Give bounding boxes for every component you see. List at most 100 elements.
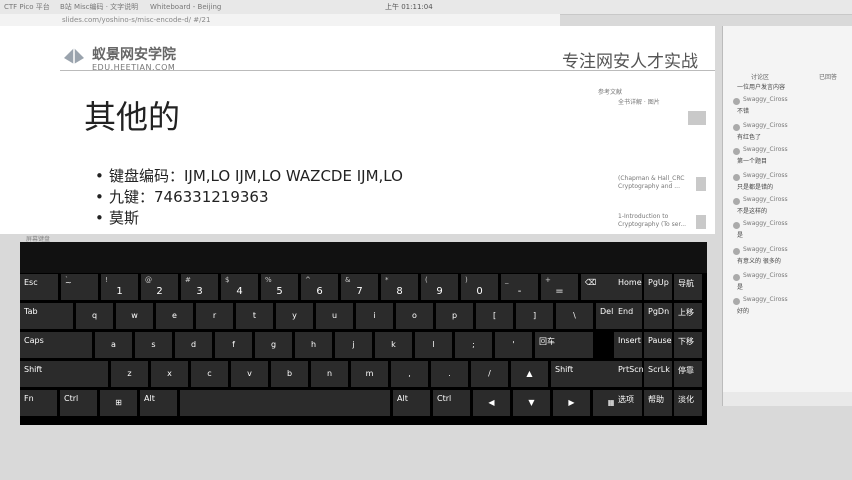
key-row4-2[interactable]: x — [151, 361, 188, 387]
key-nav-1-1[interactable]: PgDn — [644, 303, 672, 329]
key-row4-7[interactable]: m — [351, 361, 388, 387]
key-nav-0-0[interactable]: Home — [614, 274, 642, 300]
key-row5-0[interactable]: Fn — [20, 390, 57, 416]
key-row4-0[interactable]: Shift — [20, 361, 108, 387]
key-nav-1-2[interactable]: 上移 — [674, 303, 702, 329]
key-row2-4[interactable]: r — [196, 303, 233, 329]
key-row1-11[interactable]: ) 0 — [461, 274, 498, 300]
key-nav-3-0[interactable]: PrtScn — [614, 361, 644, 387]
key-row3-12[interactable]: 回车 — [535, 332, 593, 358]
key-nav-4-2[interactable]: 淡化 — [674, 390, 702, 416]
key-row3-11[interactable]: ' — [495, 332, 532, 358]
key-nav-4-1[interactable]: 帮助 — [644, 390, 672, 416]
reference-item[interactable]: (Chapman & Hall_CRC Cryptography and ... — [618, 175, 688, 191]
key-row2-5[interactable]: t — [236, 303, 273, 329]
key-row1-1[interactable]: ` ~ — [61, 274, 98, 300]
key-nav-0-2[interactable]: 导航 — [674, 274, 702, 300]
key-row4-1[interactable]: z — [111, 361, 148, 387]
key-nav-4-0[interactable]: 选项 — [614, 390, 642, 416]
key-row4-6[interactable]: n — [311, 361, 348, 387]
key-row4-4[interactable]: v — [231, 361, 268, 387]
key-row5-3[interactable]: Alt — [140, 390, 177, 416]
chat-message: Swaggy_Ciross 不是这样的 — [729, 196, 847, 222]
keyboard-title-strip[interactable] — [20, 242, 707, 273]
key-row3-5[interactable]: g — [255, 332, 292, 358]
chat-tab[interactable]: 讨论区 — [751, 72, 769, 81]
reference-header: 参考文献 — [598, 89, 623, 96]
key-row4-11[interactable]: ▲ — [511, 361, 548, 387]
reference-item[interactable]: 全书详解 · 图片 — [618, 97, 660, 106]
key-row1-2[interactable]: ! 1 — [101, 274, 138, 300]
avatar — [733, 222, 740, 229]
key-row1-6[interactable]: % 5 — [261, 274, 298, 300]
key-row1-12[interactable]: _ - — [501, 274, 538, 300]
key-row4-5[interactable]: b — [271, 361, 308, 387]
key-row2-7[interactable]: u — [316, 303, 353, 329]
address-bar[interactable]: slides.com/yoshino-s/misc-encode-d/ #/21 — [0, 14, 560, 26]
key-row3-9[interactable]: l — [415, 332, 452, 358]
key-row2-3[interactable]: e — [156, 303, 193, 329]
avatar — [733, 98, 740, 105]
chat-message: Swaggy_Ciross 有红色了 — [729, 122, 847, 148]
key-row1-3[interactable]: @2 — [141, 274, 178, 300]
chat-subtab[interactable]: 已回答 — [819, 72, 837, 81]
key-row4-3[interactable]: c — [191, 361, 228, 387]
key-row5-7[interactable]: ◀ — [473, 390, 510, 416]
key-row2-0[interactable]: Tab — [20, 303, 73, 329]
key-nav-3-1[interactable]: ScrLk — [644, 361, 672, 387]
key-row1-7[interactable]: ^ 6 — [301, 274, 338, 300]
key-row5-9[interactable]: ▶ — [553, 390, 590, 416]
key-row1-4[interactable]: #3 — [181, 274, 218, 300]
key-nav-2-2[interactable]: 下移 — [674, 332, 702, 358]
key-row2-6[interactable]: y — [276, 303, 313, 329]
key-row1-13[interactable]: + = — [541, 274, 578, 300]
key-row3-8[interactable]: k — [375, 332, 412, 358]
tab-1[interactable]: CTF Pico 平台 — [4, 1, 50, 13]
key-row3-3[interactable]: d — [175, 332, 212, 358]
key-row2-2[interactable]: w — [116, 303, 153, 329]
avatar — [733, 274, 740, 281]
key-row2-9[interactable]: o — [396, 303, 433, 329]
tab-3[interactable]: Whiteboard - Beijing — [150, 1, 221, 13]
key-row3-2[interactable]: s — [135, 332, 172, 358]
chat-toolbar[interactable] — [723, 392, 852, 406]
key-nav-0-1[interactable]: PgUp — [644, 274, 672, 300]
key-row5-5[interactable]: Alt — [393, 390, 430, 416]
key-row4-8[interactable]: , — [391, 361, 428, 387]
key-nav-3-2[interactable]: 停靠 — [674, 361, 702, 387]
key-row3-10[interactable]: ; — [455, 332, 492, 358]
key-row2-11[interactable]: [ — [476, 303, 513, 329]
key-row4-10[interactable]: / — [471, 361, 508, 387]
key-nav-1-0[interactable]: End — [614, 303, 642, 329]
key-row4-9[interactable]: . — [431, 361, 468, 387]
avatar — [733, 198, 740, 205]
key-row3-0[interactable]: Caps — [20, 332, 92, 358]
pdf-icon — [696, 177, 706, 191]
key-row1-9[interactable]: * 8 — [381, 274, 418, 300]
key-row1-8[interactable]: & 7 — [341, 274, 378, 300]
tab-2[interactable]: B站 Misc编码 · 文字说明 — [60, 1, 138, 13]
key-row3-6[interactable]: h — [295, 332, 332, 358]
key-row3-7[interactable]: j — [335, 332, 372, 358]
key-row1-0[interactable]: Esc — [20, 274, 58, 300]
key-row3-1[interactable]: a — [95, 332, 132, 358]
key-row5-1[interactable]: Ctrl — [60, 390, 97, 416]
key-row2-13[interactable]: \ — [556, 303, 593, 329]
key-row5-8[interactable]: ▼ — [513, 390, 550, 416]
avatar — [733, 298, 740, 305]
key-row1-5[interactable]: $4 — [221, 274, 258, 300]
key-row2-8[interactable]: i — [356, 303, 393, 329]
key-row2-10[interactable]: p — [436, 303, 473, 329]
key-row2-12[interactable]: ] — [516, 303, 553, 329]
key-row5-2[interactable]: ⊞ — [100, 390, 137, 416]
key-row1-10[interactable]: (9 — [421, 274, 458, 300]
key-row5-4[interactable] — [180, 390, 390, 416]
key-row3-4[interactable]: f — [215, 332, 252, 358]
url-text: slides.com/yoshino-s/misc-encode-d/ #/21 — [62, 16, 211, 24]
logo-icon — [64, 48, 84, 64]
key-row2-1[interactable]: q — [76, 303, 113, 329]
reference-item[interactable]: 1-Introduction to Cryptography (To ser..… — [618, 213, 688, 229]
key-nav-2-1[interactable]: Pause — [644, 332, 672, 358]
key-nav-2-0[interactable]: Insert — [614, 332, 642, 358]
key-row5-6[interactable]: Ctrl — [433, 390, 470, 416]
